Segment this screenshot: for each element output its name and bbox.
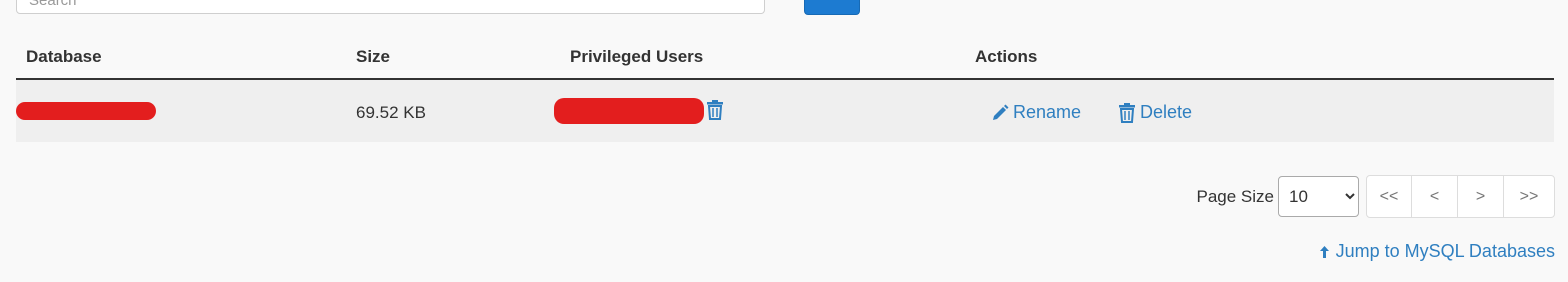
first-page-button[interactable]: << (1367, 176, 1412, 217)
trash-icon (1118, 102, 1136, 123)
previous-page-button[interactable]: < (1412, 176, 1458, 217)
rename-button[interactable]: Rename (991, 102, 1081, 123)
search-input[interactable] (16, 0, 765, 14)
database-size: 69.52 KB (356, 103, 426, 122)
table-header: Database Size Privileged Users Actions (16, 38, 1554, 80)
page-size-select[interactable]: 10 (1278, 176, 1359, 217)
redacted-database-name (16, 102, 156, 120)
next-page-button[interactable]: > (1458, 176, 1504, 217)
redacted-privileged-user (554, 98, 704, 124)
rename-label: Rename (1013, 102, 1082, 122)
header-privileged-users: Privileged Users (570, 47, 704, 66)
arrow-up-icon (1319, 245, 1330, 259)
pagination: Page Size 10 << < > >> (1196, 175, 1555, 218)
delete-button[interactable]: Delete (1118, 102, 1192, 123)
jump-link-label: Jump to MySQL Databases (1335, 241, 1555, 261)
jump-to-mysql-databases-link[interactable]: Jump to MySQL Databases (1319, 241, 1555, 262)
delete-label: Delete (1140, 102, 1193, 122)
table-row: 69.52 KB Rename Delete (16, 80, 1554, 142)
pencil-icon (991, 104, 1009, 122)
header-size: Size (356, 47, 391, 66)
page-size-label: Page Size (1196, 186, 1275, 206)
databases-table: Database Size Privileged Users Actions 6… (16, 38, 1554, 142)
trash-icon[interactable] (706, 100, 724, 120)
header-database: Database (26, 47, 102, 66)
last-page-button[interactable]: >> (1504, 176, 1554, 217)
pager: << < > >> (1366, 175, 1555, 218)
search-button[interactable] (804, 0, 860, 15)
header-actions: Actions (975, 47, 1038, 66)
